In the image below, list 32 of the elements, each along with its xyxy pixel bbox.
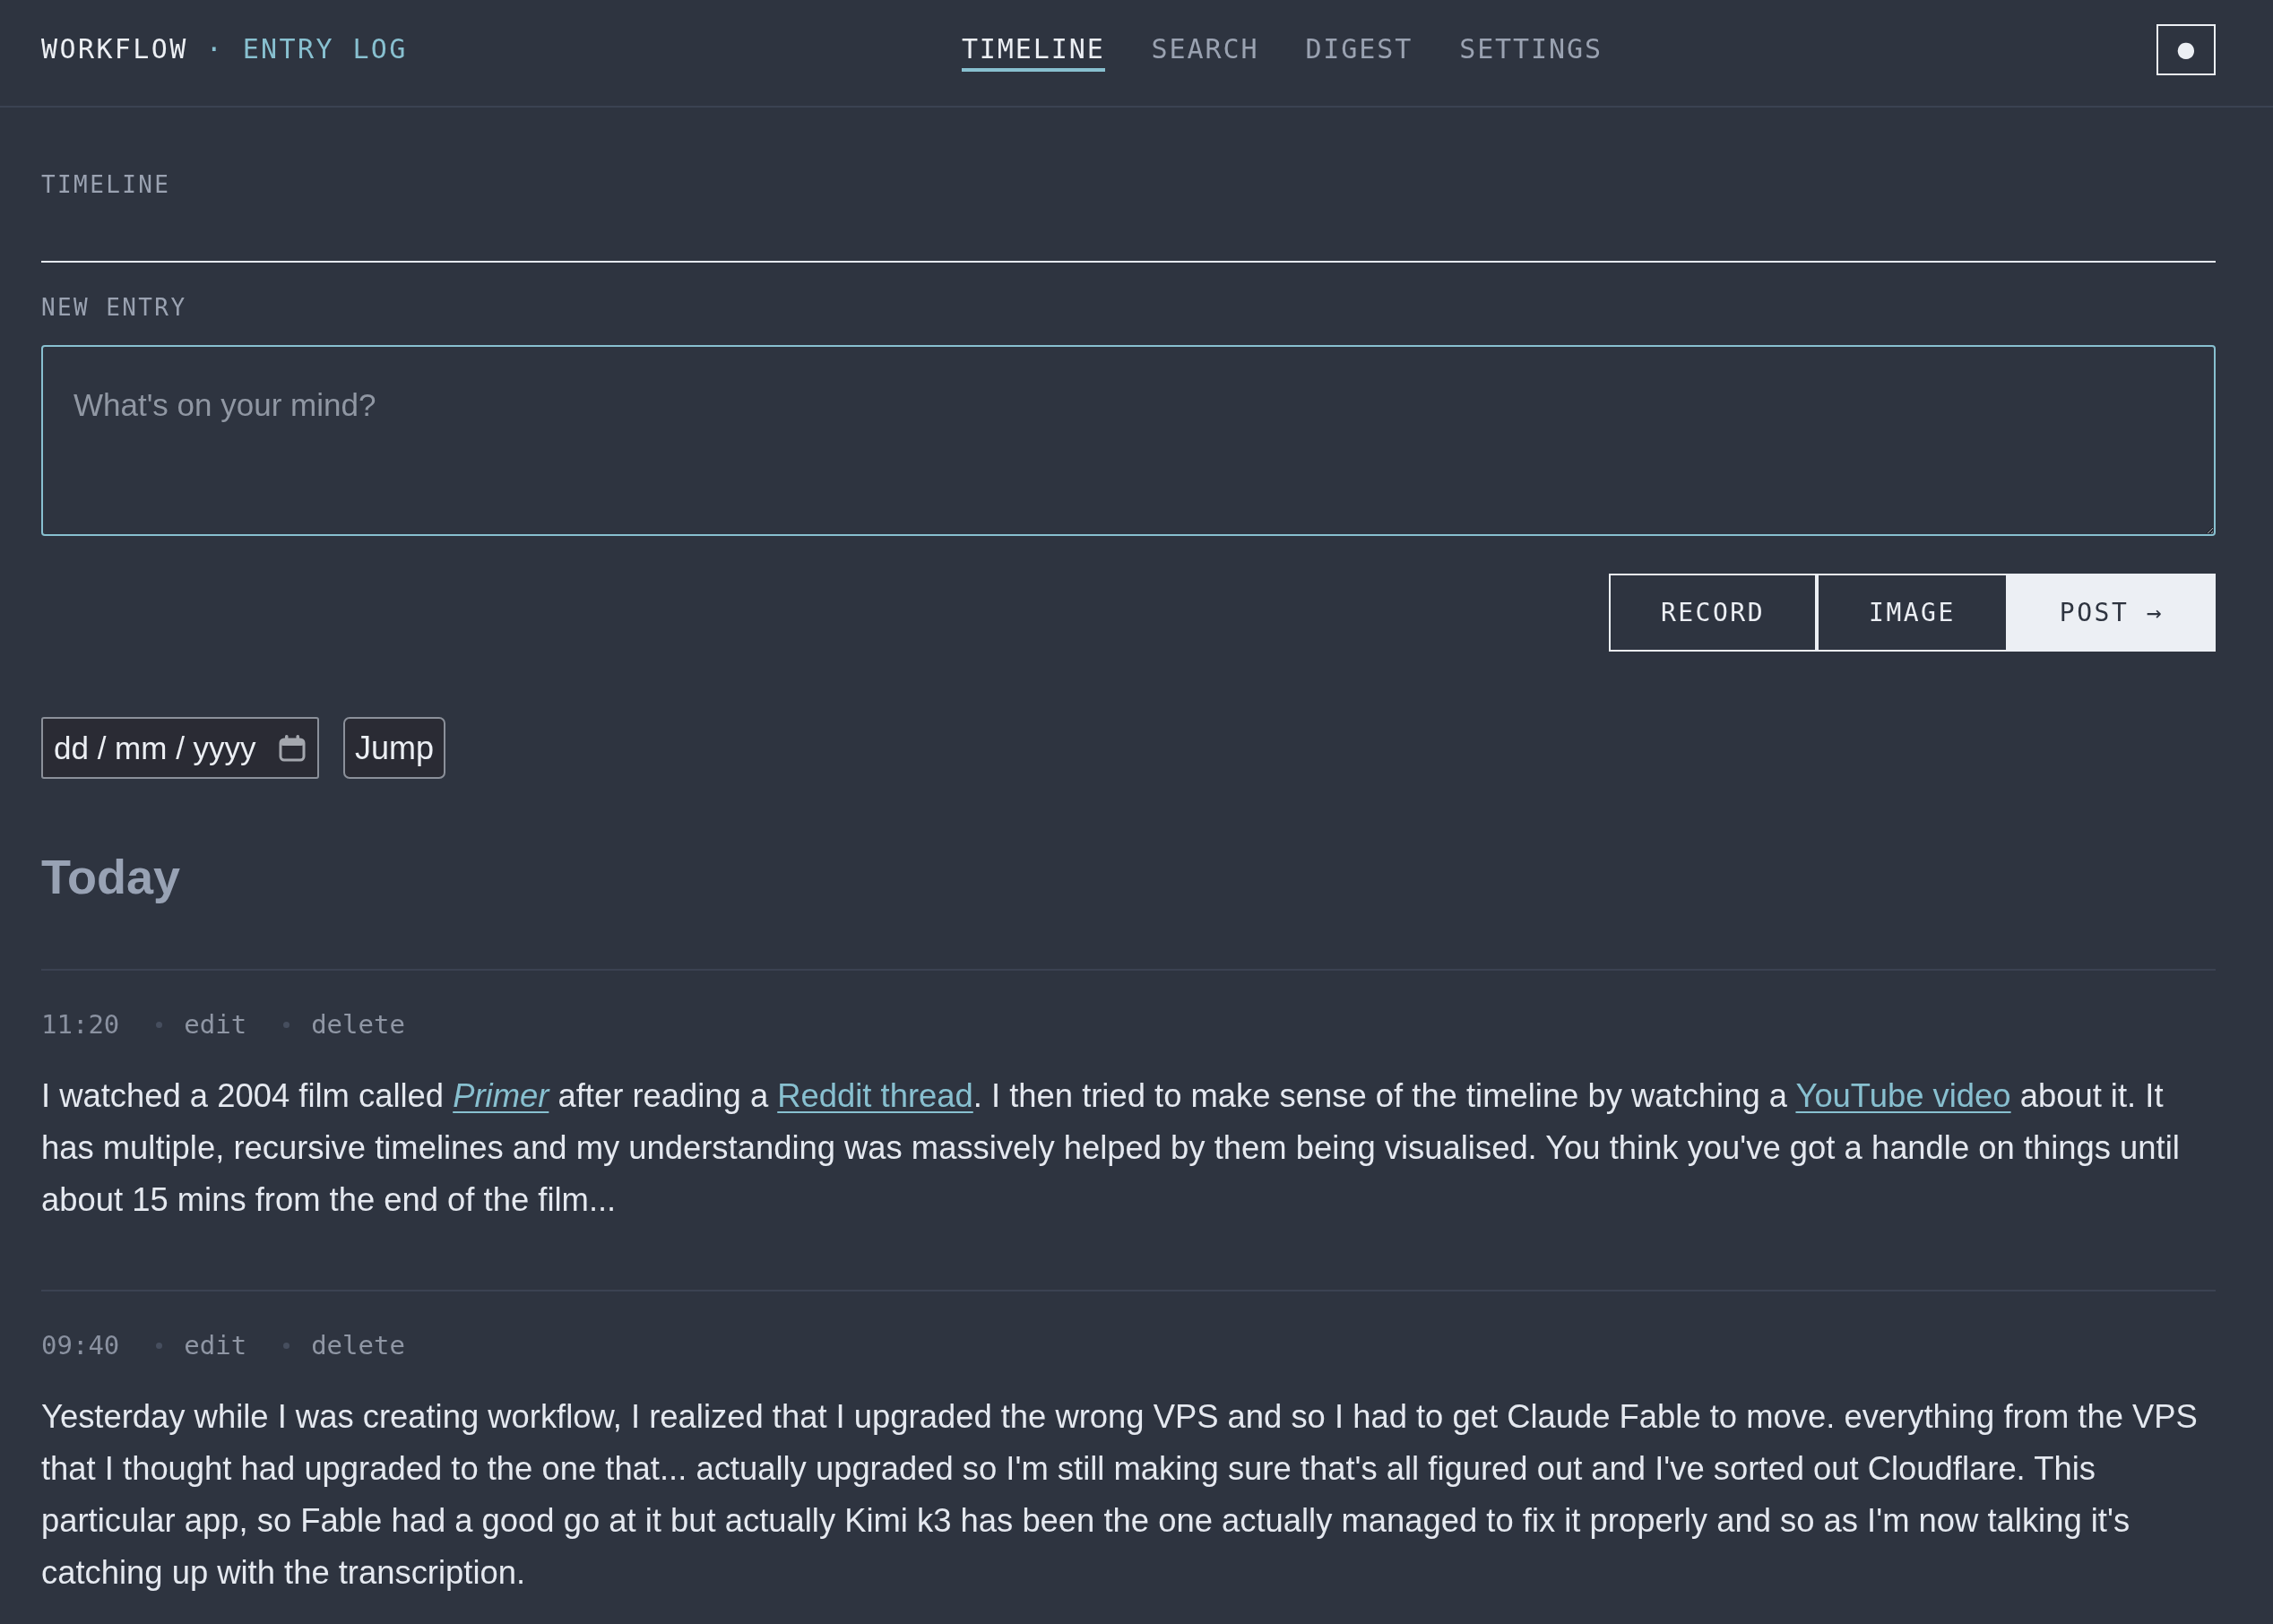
entry-time: 11:20 bbox=[41, 1008, 120, 1041]
entry-text: Yesterday while I was creating workflow, I realized that I upgraded the wrong VPS and so I had to get Claude Fable to move. everything from the VPS that I thought had upgraded to the one that... actually upgraded so I'm still making sure that's all figured out and I've sorted out Cloudflare. This particular app, so Fable had a good go at it but actually Kimi k3 has been the one actually managed to fix it properly and so as I'm now talking it's catching up with the transcription. bbox=[41, 1397, 2199, 1593]
entry-time: 09:40 bbox=[41, 1329, 120, 1361]
action-button[interactable]: RECORD bbox=[1608, 574, 1818, 652]
entry-action-link[interactable]: edit bbox=[184, 1329, 247, 1361]
nav-tab[interactable]: SEARCH bbox=[1151, 27, 1259, 72]
form-label: NEW ENTRY bbox=[41, 293, 188, 322]
nav-tab[interactable]: TIMELINE bbox=[961, 27, 1105, 72]
entry-text: I watched a 2004 film called Primer after reading a Reddit thread. I then tried to make sense of the timeline by watching a YouTube video about it. It has multiple, recursive timelines and my understanding was massively helped by them being visualised. You think you've got a handle on things until about 15 mins from the end of the film... bbox=[41, 1076, 2181, 1220]
page-title: TIMELINE bbox=[41, 170, 172, 199]
nav-tab[interactable]: SETTINGS bbox=[1459, 27, 1603, 72]
inline-link[interactable]: Primer bbox=[453, 1077, 549, 1114]
theme-toggle-button[interactable]: ● bbox=[2156, 23, 2216, 75]
nav-tab[interactable]: DIGEST bbox=[1305, 27, 1413, 72]
inline-link[interactable]: YouTube video bbox=[1795, 1077, 2011, 1114]
dot-icon bbox=[283, 1342, 290, 1349]
entry-action-link[interactable]: edit bbox=[184, 1008, 247, 1041]
dot-icon bbox=[156, 1021, 163, 1028]
entry-textarea[interactable]: What's on your mind? bbox=[41, 345, 2216, 536]
entry-action-link[interactable]: delete bbox=[311, 1008, 405, 1041]
jump-button[interactable]: Jump bbox=[343, 717, 446, 779]
calendar-icon bbox=[278, 733, 307, 763]
submit-button[interactable]: POST → bbox=[2007, 574, 2216, 652]
inline-link[interactable]: Reddit thread bbox=[777, 1077, 973, 1114]
dot-icon bbox=[156, 1342, 163, 1349]
entry-action-link[interactable]: delete bbox=[311, 1329, 405, 1361]
dot-icon bbox=[283, 1021, 290, 1028]
brand-subtitle: · ENTRY LOG bbox=[205, 33, 408, 65]
day-heading: Today bbox=[41, 849, 181, 905]
date-field[interactable]: dd / mm / yyyy bbox=[41, 717, 319, 779]
brand-name: WORKFLOW bbox=[41, 33, 188, 65]
action-button[interactable]: IMAGE bbox=[1817, 574, 2008, 652]
